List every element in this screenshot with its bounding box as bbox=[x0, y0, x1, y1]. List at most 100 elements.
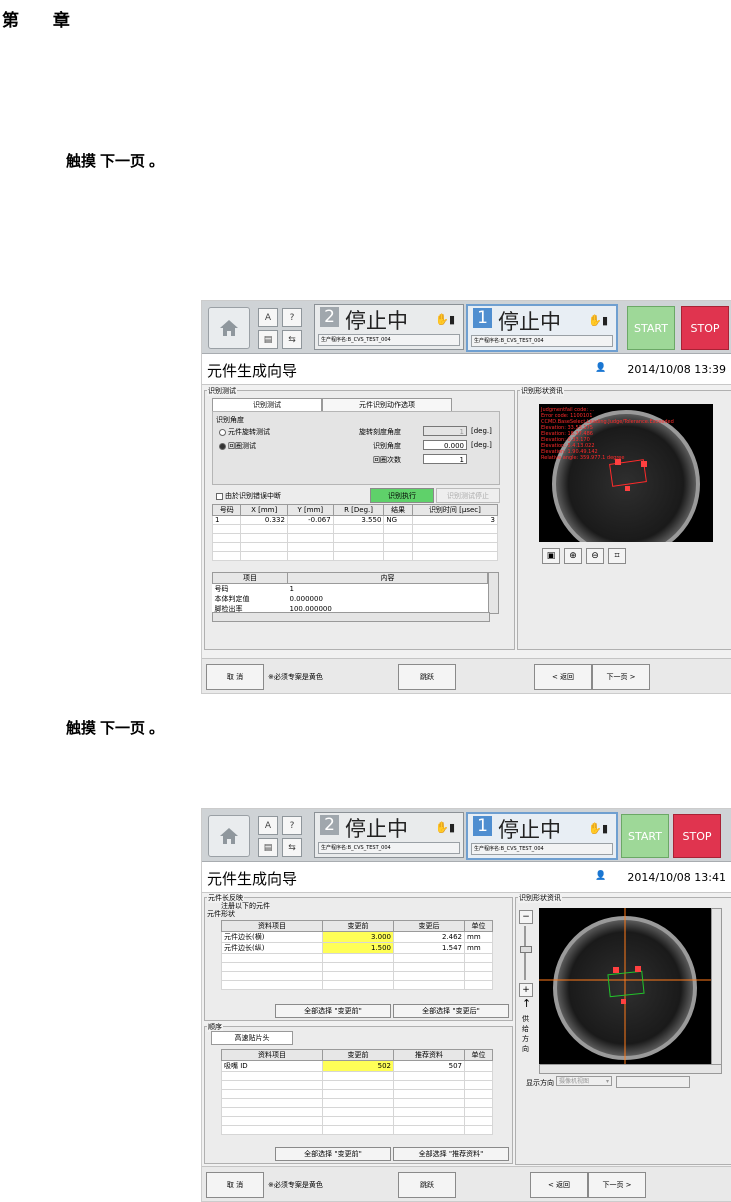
stop-on-error-checkbox[interactable]: 由於识别错误中断 bbox=[216, 491, 281, 501]
next-button[interactable]: 下一页 > bbox=[588, 1172, 646, 1198]
datetime: 2014/10/08 13:41 bbox=[627, 871, 726, 884]
fit-view-icon[interactable]: ⌗ bbox=[608, 548, 626, 564]
camera-view bbox=[539, 908, 711, 1064]
reflect-group: 元件长反映 注册以下的元件 元件形状 资料项目 变更前 变更后 单位 元件边长(… bbox=[204, 893, 513, 1021]
user-icon: 👤 bbox=[595, 871, 607, 881]
wizard-footer: 取 消 ※必须专案是黄色 跳跃 < 返回 下一页 > bbox=[202, 658, 731, 693]
camera-view: Judgmentfail code: ... Error code: 11001… bbox=[539, 404, 713, 542]
table-row: 号码 1 bbox=[214, 585, 294, 593]
instruction-step-1: 触摸 下一页。 bbox=[66, 152, 165, 170]
recognition-angle-field[interactable]: 0.000 bbox=[423, 440, 467, 450]
tab-high-speed-head[interactable]: 高速贴片头 bbox=[211, 1031, 293, 1045]
select-all-after-button[interactable]: 全部选择 "变更后" bbox=[393, 1004, 509, 1018]
page-title: 元件生成向导 bbox=[207, 362, 298, 380]
detail-hscrollbar[interactable] bbox=[212, 612, 490, 622]
datetime: 2014/10/08 13:39 bbox=[627, 363, 726, 376]
select-all-before-button[interactable]: 全部选择 "变更前" bbox=[275, 1004, 391, 1018]
recognition-execute-button[interactable]: 识别执行 bbox=[370, 488, 434, 503]
recognition-stop-button[interactable]: 识别测试停止 bbox=[436, 488, 500, 503]
keyboard-icon[interactable]: A bbox=[258, 816, 278, 835]
stage-2-status[interactable]: 2 停止中 ✋▮ 生产程序名:B_CVS_TEST_004 bbox=[314, 812, 464, 858]
chevron-down-icon: ▾ bbox=[605, 1078, 609, 1085]
image-select-icon[interactable]: ▣ bbox=[542, 548, 560, 564]
home-icon bbox=[220, 828, 238, 844]
table-row[interactable]: 吸嘴 ID 502 507 bbox=[221, 1060, 493, 1072]
result-table: 号码 X [mm] Y [mm] R [Deg.] 结果 识别时间 [μsec]… bbox=[211, 504, 499, 561]
zoom-in-icon[interactable]: ⊕ bbox=[564, 548, 582, 564]
detail-scrollbar[interactable] bbox=[488, 572, 499, 614]
sequence-table: 资料项目 变更前 推荐资料 单位 吸嘴 ID 502 507 bbox=[221, 1049, 493, 1135]
cancel-button[interactable]: 取 消 bbox=[206, 664, 264, 690]
zoom-slider-handle[interactable] bbox=[520, 946, 532, 953]
help-icon[interactable]: ? bbox=[282, 816, 302, 835]
radio-rotate-test[interactable]: 元件旋转测试 bbox=[219, 427, 270, 437]
machine-status-bar: A ? ▤ ⇆ 2 停止中 ✋▮ 生产程序名:B_CVS_TEST_004 1 … bbox=[202, 301, 731, 354]
detail-table: 项目 内容 号码 1 本体判定值 0.000000 脚检出率 100.000000 bbox=[212, 572, 488, 614]
operator-icon: ✋▮ bbox=[588, 822, 608, 835]
back-button[interactable]: < 返回 bbox=[534, 664, 592, 690]
zoom-out-icon[interactable]: − bbox=[519, 910, 533, 924]
table-row[interactable]: 元件边长(横) 3.000 2.462 mm bbox=[221, 931, 493, 943]
conveyor-icon[interactable]: ⇆ bbox=[282, 330, 302, 349]
skip-button[interactable]: 跳跃 bbox=[398, 664, 456, 690]
machine-status-bar: A ? ▤ ⇆ 2 停止中 ✋▮ 生产程序名:B_CVS_TEST_004 1 … bbox=[202, 809, 731, 862]
table-row: 本体判定值 0.000000 bbox=[214, 595, 323, 603]
zoom-in-icon[interactable]: + bbox=[519, 983, 533, 997]
stage-1-status[interactable]: 1 停止中 ✋▮ 生产程序名:B_CVS_TEST_004 bbox=[466, 812, 618, 860]
select-all-recommended-button[interactable]: 全部选择 "推荐资料" bbox=[393, 1147, 509, 1161]
operator-icon: ✋▮ bbox=[588, 314, 608, 327]
wizard-title-bar: 元件生成向导 👤 2014/10/08 13:41 bbox=[202, 862, 731, 893]
display-direction-select[interactable]: 摄像机视图 ▾ bbox=[556, 1076, 612, 1086]
stop-button[interactable]: STOP bbox=[673, 814, 721, 858]
stop-button[interactable]: STOP bbox=[681, 306, 729, 350]
sequence-group: 顺序 高速贴片头 资料项目 变更前 推荐资料 单位 吸嘴 ID502507 bbox=[204, 1022, 513, 1164]
home-button[interactable] bbox=[208, 307, 250, 349]
conveyor-icon[interactable]: ⇆ bbox=[282, 838, 302, 857]
user-icon: 👤 bbox=[595, 363, 607, 373]
chapter-heading: 第 章 bbox=[2, 11, 84, 31]
home-icon bbox=[220, 320, 238, 336]
keyboard-icon[interactable]: A bbox=[258, 308, 278, 327]
shape-info-group: 识别形状资讯 − + ↑ 供给方向 显示方向 摄像机视图 ▾ bbox=[515, 893, 731, 1165]
camera-vscrollbar[interactable] bbox=[711, 908, 722, 1066]
rotation-angle-field[interactable]: 1 bbox=[423, 426, 467, 436]
machine-icon[interactable]: ▤ bbox=[258, 330, 278, 349]
stage-1-status[interactable]: 1 停止中 ✋▮ 生产程序名:B_CVS_TEST_004 bbox=[466, 304, 618, 352]
table-row[interactable]: 元件边长(纵) 1.500 1.547 mm bbox=[221, 942, 493, 954]
angle-panel: 识别角度 元件旋转测试 回圈测试 旋转刻度角度 1 [deg.] 识别角度 0.… bbox=[212, 411, 500, 485]
zoom-out-icon[interactable]: ⊖ bbox=[586, 548, 604, 564]
operator-icon: ✋▮ bbox=[435, 313, 455, 326]
feed-direction-label: 供给方向 bbox=[522, 1015, 529, 1053]
wizard-footer: 取 消 ※必须专案是黄色 跳跃 < 返回 下一页 > bbox=[202, 1166, 731, 1201]
help-icon[interactable]: ? bbox=[282, 308, 302, 327]
next-button[interactable]: 下一页 > bbox=[592, 664, 650, 690]
machine-icon[interactable]: ▤ bbox=[258, 838, 278, 857]
tab-recognition-options[interactable]: 元件识别动作选项 bbox=[322, 398, 452, 412]
zoom-slider-track[interactable] bbox=[524, 926, 526, 980]
shape-info-group: 识别形状资讯 Judgmentfail code: ... Error code… bbox=[517, 386, 731, 650]
screenshot-recognition-test: A ? ▤ ⇆ 2 停止中 ✋▮ 生产程序名:B_CVS_TEST_004 1 … bbox=[201, 300, 731, 694]
page-title: 元件生成向导 bbox=[207, 870, 298, 888]
skip-button[interactable]: 跳跃 bbox=[398, 1172, 456, 1198]
radio-loop-test[interactable]: 回圈测试 bbox=[219, 441, 256, 451]
recognition-test-group: 识别测试 识别测试 元件识别动作选项 识别角度 元件旋转测试 回圈测试 旋转刻度… bbox=[204, 386, 515, 650]
start-button[interactable]: START bbox=[627, 306, 675, 350]
home-button[interactable] bbox=[208, 815, 250, 857]
back-button[interactable]: < 返回 bbox=[530, 1172, 588, 1198]
operator-icon: ✋▮ bbox=[435, 821, 455, 834]
camera-hscrollbar[interactable] bbox=[539, 1064, 722, 1074]
feed-arrow-icon: ↑ bbox=[522, 997, 532, 1010]
stage-2-status[interactable]: 2 停止中 ✋▮ 生产程序名:B_CVS_TEST_004 bbox=[314, 304, 464, 350]
display-direction-extra-field bbox=[616, 1076, 690, 1088]
start-button[interactable]: START bbox=[621, 814, 669, 858]
shape-table: 资料项目 变更前 变更后 单位 元件边长(横) 3.000 2.462 mm 元件边长… bbox=[221, 920, 493, 990]
instruction-step-2: 触摸 下一页。 bbox=[66, 719, 165, 737]
camera-image bbox=[539, 908, 711, 1064]
tab-recognition-test[interactable]: 识别测试 bbox=[212, 398, 322, 412]
wizard-title-bar: 元件生成向导 👤 2014/10/08 13:39 bbox=[202, 354, 731, 385]
cancel-button[interactable]: 取 消 bbox=[206, 1172, 264, 1198]
loop-count-field[interactable]: 1 bbox=[423, 454, 467, 464]
select-all-before-button-2[interactable]: 全部选择 "变更前" bbox=[275, 1147, 391, 1161]
camera-overlay-text: Judgmentfail code: ... Error code: 11001… bbox=[541, 407, 674, 461]
table-row[interactable]: 1 0.332 -0.067 3.550 NG 3 bbox=[211, 515, 499, 525]
